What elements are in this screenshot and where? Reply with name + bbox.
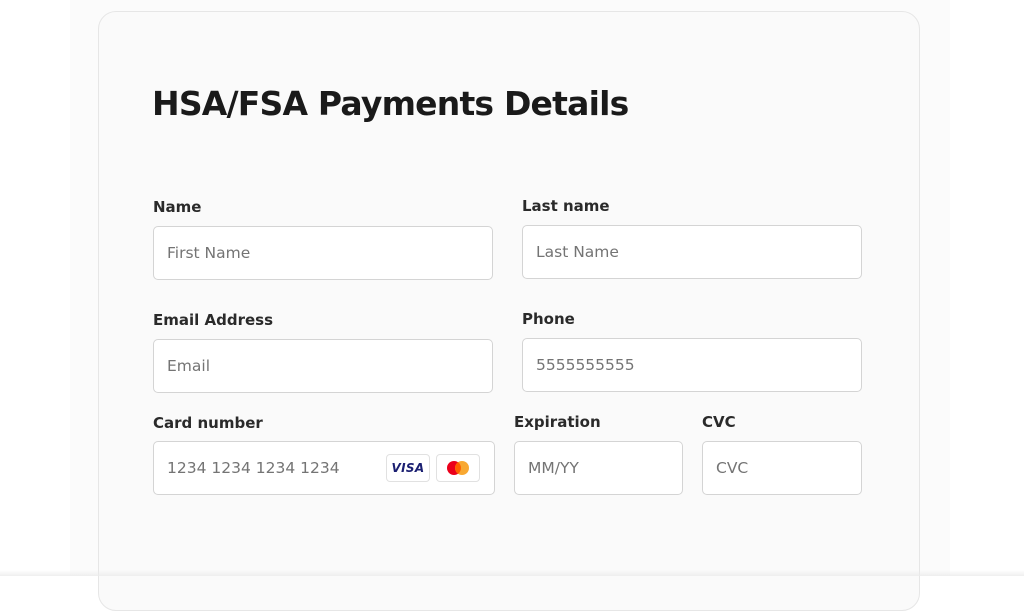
first-name-label: Name	[153, 198, 201, 216]
email-input[interactable]	[154, 340, 492, 392]
mastercard-circles	[443, 459, 473, 477]
phone-label: Phone	[522, 310, 575, 328]
card-number-field[interactable]: VISA	[153, 441, 495, 495]
visa-logo-icon: VISA	[386, 454, 430, 482]
visa-logo-text: VISA	[392, 461, 425, 475]
card-number-input[interactable]	[154, 442, 384, 494]
expiration-label: Expiration	[514, 413, 601, 431]
cvc-input[interactable]	[703, 442, 861, 494]
last-name-label: Last name	[522, 197, 610, 215]
expiration-input[interactable]	[515, 442, 682, 494]
page-title: HSA/FSA Payments Details	[152, 84, 628, 123]
first-name-input[interactable]	[154, 227, 492, 279]
cvc-field[interactable]	[702, 441, 862, 495]
last-name-input[interactable]	[523, 226, 861, 278]
email-field[interactable]	[153, 339, 493, 393]
email-label: Email Address	[153, 311, 273, 329]
mastercard-logo-icon	[436, 454, 480, 482]
bottom-edge-shadow	[0, 570, 1024, 576]
first-name-field[interactable]	[153, 226, 493, 280]
card-number-label: Card number	[153, 414, 263, 432]
phone-input[interactable]	[523, 339, 861, 391]
last-name-field[interactable]	[522, 225, 862, 279]
cvc-label: CVC	[702, 413, 736, 431]
expiration-field[interactable]	[514, 441, 683, 495]
phone-field[interactable]	[522, 338, 862, 392]
